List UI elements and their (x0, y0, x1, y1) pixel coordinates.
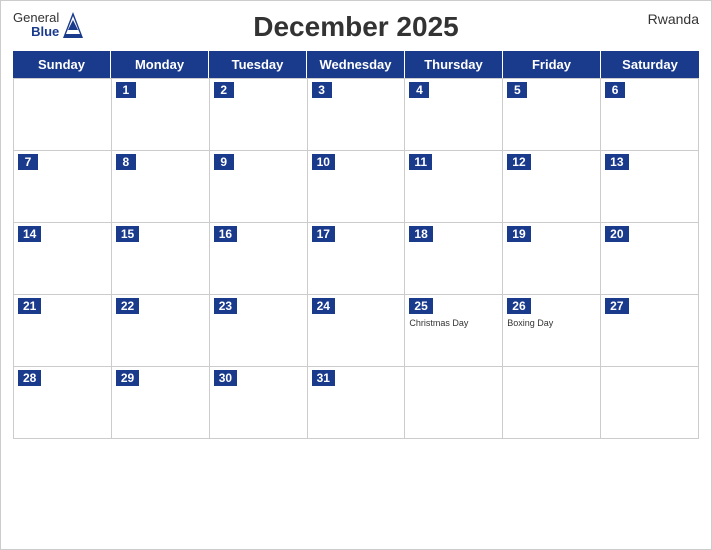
calendar: General Blue December 2025 Rwanda Sunday… (0, 0, 712, 550)
date-number: 6 (605, 82, 625, 98)
date-number: 18 (409, 226, 432, 242)
cal-cell (14, 79, 112, 151)
date-number: 7 (18, 154, 38, 170)
cal-cell: 27 (601, 295, 699, 367)
cal-cell: 24 (308, 295, 406, 367)
date-number: 8 (116, 154, 136, 170)
cal-cell: 3 (308, 79, 406, 151)
date-number: 24 (312, 298, 335, 314)
cal-cell: 8 (112, 151, 210, 223)
date-number: 5 (507, 82, 527, 98)
date-number: 19 (507, 226, 530, 242)
date-number: 27 (605, 298, 628, 314)
cal-cell: 21 (14, 295, 112, 367)
day-header-saturday: Saturday (601, 51, 699, 78)
date-number: 13 (605, 154, 628, 170)
day-header-monday: Monday (111, 51, 209, 78)
logo-wrapper: General Blue (13, 11, 83, 40)
cal-cell: 30 (210, 367, 308, 439)
logo-blue-text: Blue (31, 25, 59, 39)
calendar-grid: 1234567891011121314151617181920212223242… (13, 78, 699, 439)
logo-area: General Blue (13, 11, 83, 40)
date-number: 9 (214, 154, 234, 170)
day-headers: SundayMondayTuesdayWednesdayThursdayFrid… (13, 51, 699, 78)
date-number: 30 (214, 370, 237, 386)
date-number: 20 (605, 226, 628, 242)
cal-cell: 6 (601, 79, 699, 151)
day-header-tuesday: Tuesday (209, 51, 307, 78)
cal-cell: 16 (210, 223, 308, 295)
cal-cell: 1 (112, 79, 210, 151)
cal-cell (405, 367, 503, 439)
date-number: 26 (507, 298, 530, 314)
date-number: 2 (214, 82, 234, 98)
month-title: December 2025 (253, 11, 458, 43)
cal-cell: 10 (308, 151, 406, 223)
date-number: 15 (116, 226, 139, 242)
cal-cell: 31 (308, 367, 406, 439)
date-number: 17 (312, 226, 335, 242)
cal-cell: 11 (405, 151, 503, 223)
cal-cell: 7 (14, 151, 112, 223)
date-number: 14 (18, 226, 41, 242)
date-number: 28 (18, 370, 41, 386)
cal-cell: 12 (503, 151, 601, 223)
cal-cell: 28 (14, 367, 112, 439)
cal-cell (601, 367, 699, 439)
cal-cell: 4 (405, 79, 503, 151)
cal-cell: 19 (503, 223, 601, 295)
cal-cell: 22 (112, 295, 210, 367)
date-number: 29 (116, 370, 139, 386)
cal-cell (503, 367, 601, 439)
country-label: Rwanda (648, 11, 699, 27)
cal-cell: 9 (210, 151, 308, 223)
date-number: 22 (116, 298, 139, 314)
date-number: 11 (409, 154, 432, 170)
calendar-header: General Blue December 2025 Rwanda (13, 11, 699, 43)
date-number: 23 (214, 298, 237, 314)
cal-cell: 17 (308, 223, 406, 295)
date-number: 3 (312, 82, 332, 98)
holiday-label: Christmas Day (409, 318, 498, 329)
day-header-thursday: Thursday (405, 51, 503, 78)
holiday-label: Boxing Day (507, 318, 596, 329)
date-number: 16 (214, 226, 237, 242)
date-number: 25 (409, 298, 432, 314)
cal-cell: 15 (112, 223, 210, 295)
cal-cell: 29 (112, 367, 210, 439)
date-number: 1 (116, 82, 136, 98)
cal-cell: 25 Christmas Day (405, 295, 503, 367)
cal-cell: 14 (14, 223, 112, 295)
cal-cell: 2 (210, 79, 308, 151)
day-header-wednesday: Wednesday (307, 51, 405, 78)
date-number: 12 (507, 154, 530, 170)
day-header-sunday: Sunday (13, 51, 111, 78)
date-number: 10 (312, 154, 335, 170)
cal-cell: 20 (601, 223, 699, 295)
date-number: 21 (18, 298, 41, 314)
date-number: 4 (409, 82, 429, 98)
cal-cell: 5 (503, 79, 601, 151)
logo-icon (63, 12, 83, 38)
cal-cell: 26 Boxing Day (503, 295, 601, 367)
logo-general-text: General (13, 11, 59, 25)
cal-cell: 23 (210, 295, 308, 367)
day-header-friday: Friday (503, 51, 601, 78)
cal-cell: 13 (601, 151, 699, 223)
date-number: 31 (312, 370, 335, 386)
cal-cell: 18 (405, 223, 503, 295)
